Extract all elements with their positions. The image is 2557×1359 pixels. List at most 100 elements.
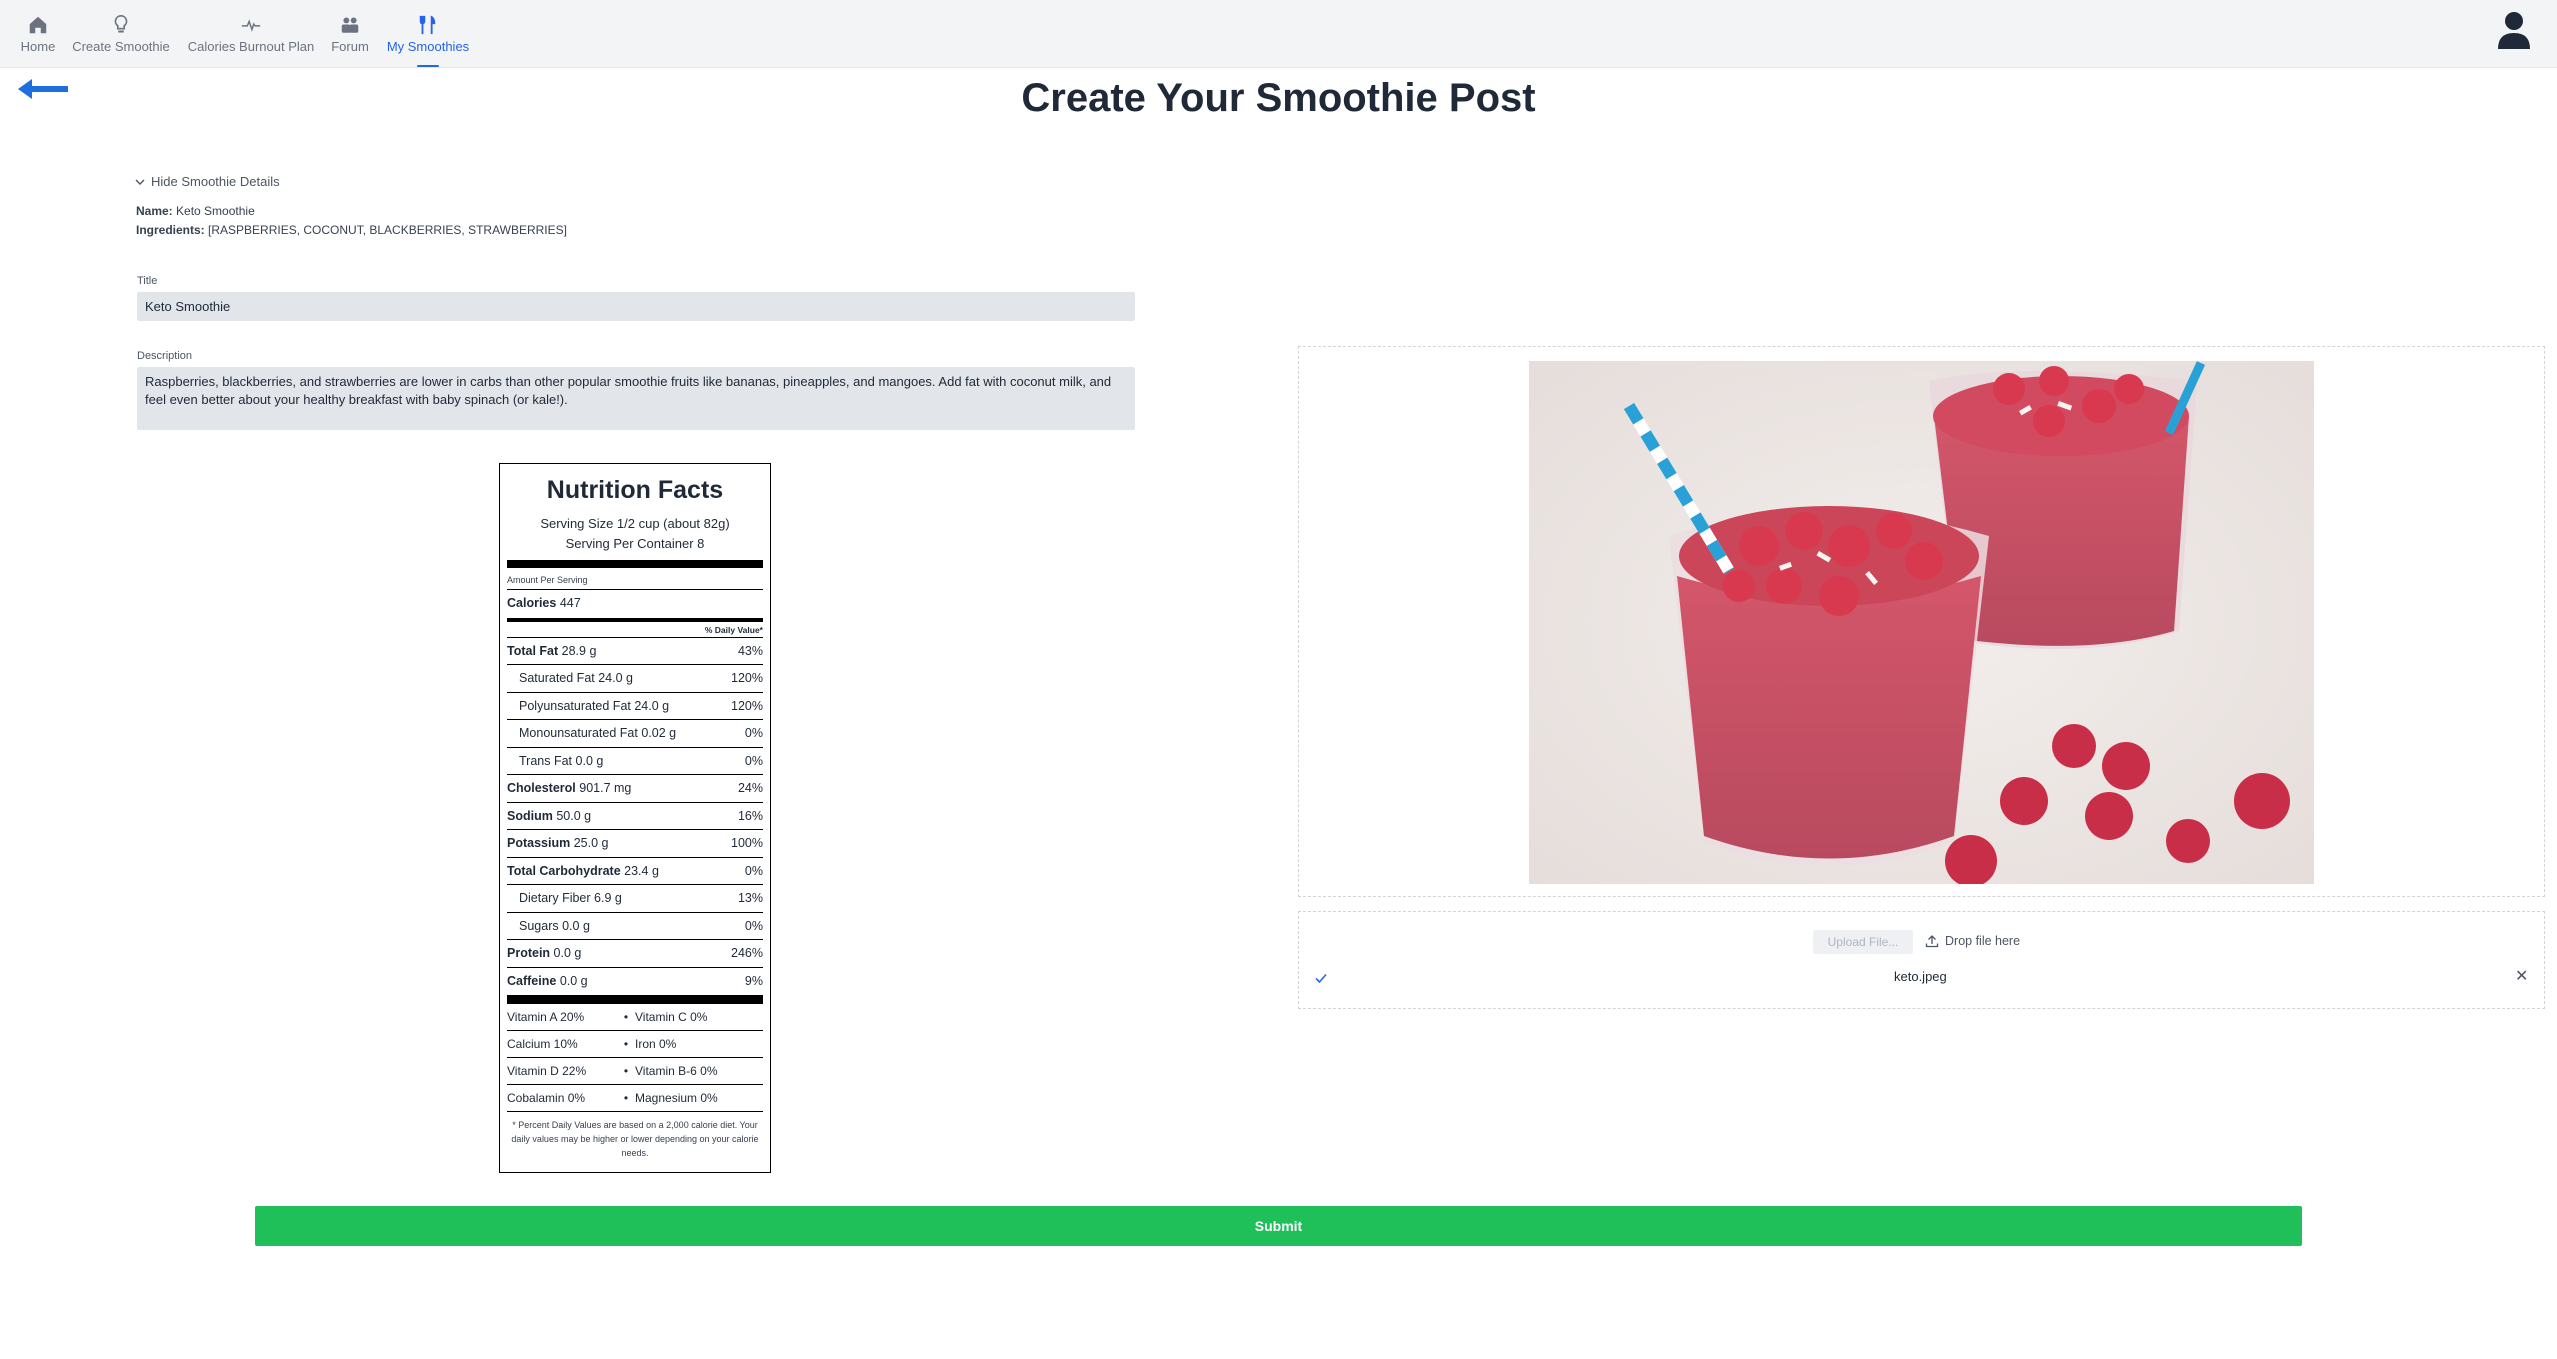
nutrient-label: Sugars: [519, 918, 559, 933]
smoothie-name-line: Name: Keto Smoothie: [136, 204, 255, 218]
nutrient-daily-value: 43%: [737, 643, 763, 658]
title-input[interactable]: Keto Smoothie: [137, 292, 1135, 321]
uploaded-file-name: keto.jpeg: [1894, 969, 1947, 984]
nutrient-row: Saturated Fat 24.0 g 120%: [507, 665, 763, 693]
bullet: •: [623, 1064, 629, 1078]
divider: [507, 560, 763, 568]
nutrient-row: Potassium 25.0 g 100%: [507, 830, 763, 858]
nav-create-smoothie[interactable]: Create Smoothie: [70, 14, 172, 68]
home-icon: [29, 16, 47, 34]
hide-details-toggle[interactable]: Hide Smoothie Details: [135, 174, 280, 189]
top-nav: Home Create Smoothie Calories Burnout Pl…: [0, 0, 2557, 68]
nutrient-row: Total Carbohydrate 23.4 g 0%: [507, 858, 763, 885]
title-label: Title: [137, 275, 158, 287]
nutrient-amount: 50.0 g: [556, 808, 592, 823]
user-avatar-icon[interactable]: [2496, 9, 2532, 49]
nutrient-row: Total Fat 28.9 g 43%: [507, 638, 763, 665]
submit-button[interactable]: Submit: [255, 1206, 2302, 1246]
bullet: •: [623, 1010, 629, 1024]
upload-file-button[interactable]: Upload File...: [1813, 930, 1913, 954]
vitamin-item: Vitamin D 22%: [507, 1064, 587, 1078]
nutrient-label: Saturated Fat: [519, 671, 595, 685]
heartbeat-icon: [241, 19, 261, 32]
nutrient-row: Polyunsaturated Fat 24.0 g 120%: [507, 693, 763, 720]
nutrient-row: Caffeine 0.0 g 9%: [507, 968, 763, 996]
chevron-down-icon: [135, 179, 145, 185]
nutrient-amount: 25.0 g: [573, 836, 609, 850]
nutrient-daily-value: 120%: [731, 698, 763, 713]
vitamin-item: Magnesium 0%: [635, 1091, 718, 1105]
vitamin-rows: Vitamin A 20% • Vitamin C 0% Calcium 10% • Ir…: [507, 1004, 763, 1112]
nutrient-label: Polyunsaturated Fat: [519, 698, 631, 713]
nutrient-row: Sodium 50.0 g 16%: [507, 803, 763, 830]
serving-info: Serving Size 1/2 cup (about 82g) Serving…: [540, 516, 730, 551]
nutrient-daily-value: 16%: [737, 808, 763, 823]
nutrient-amount: 0.02 g: [641, 726, 677, 740]
nutrient-label: Monounsaturated Fat: [519, 726, 638, 740]
nutrient-amount: 0.0 g: [559, 973, 588, 988]
nutrient-row: Dietary Fiber 6.9 g 13%: [507, 885, 763, 913]
vitamin-item: Vitamin B-6 0%: [635, 1064, 718, 1078]
nutrient-label: Cholesterol: [507, 781, 576, 795]
daily-value-header: % Daily Value*: [507, 622, 763, 638]
bullet: •: [623, 1091, 629, 1105]
nutrient-daily-value: 0%: [744, 726, 763, 740]
check-icon: [1315, 973, 1327, 984]
nav-home[interactable]: Home: [18, 14, 58, 68]
nutrient-daily-value: 0%: [744, 753, 763, 768]
nutrient-amount: 24.0 g: [598, 671, 633, 685]
description-label: Description: [137, 350, 193, 362]
nutrient-amount: 28.9 g: [561, 643, 597, 658]
vitamin-item: Vitamin A 20%: [507, 1010, 585, 1024]
nutrient-amount: 23.4 g: [624, 863, 659, 878]
remove-file-icon[interactable]: ✕: [2515, 966, 2528, 986]
nutrient-daily-value: 100%: [731, 836, 763, 850]
nutrient-row: Sugars 0.0 g 0%: [507, 913, 763, 940]
bullet: •: [623, 1037, 629, 1051]
users-icon: [341, 17, 359, 33]
nutrient-amount: 0.0 g: [553, 946, 582, 960]
file-upload-area: [1298, 911, 2545, 1009]
nutrient-row: Cholesterol 901.7 mg 24%: [507, 775, 763, 803]
utensils-icon: [419, 15, 436, 35]
vitamin-row: Calcium 10% • Iron 0%: [507, 1031, 763, 1058]
lightbulb-icon: [114, 15, 128, 33]
nutrient-label: Caffeine: [507, 973, 557, 988]
nutrient-daily-value: 0%: [744, 863, 763, 878]
smoothie-ingredients-line: Ingredients: [RASPBERRIES, COCONUT, BLAC…: [136, 223, 567, 237]
vitamin-item: Cobalamin 0%: [507, 1091, 586, 1105]
nutrition-title: Nutrition Facts: [546, 476, 724, 504]
nutrient-label: Sodium: [507, 808, 553, 823]
nav-my-smoothies[interactable]: My Smoothies: [384, 14, 472, 68]
nutrient-rows: Total Fat 28.9 g 43% Saturated Fat 24.0 g 1…: [507, 638, 763, 996]
amount-per-serving: Amount Per Serving: [507, 568, 763, 590]
nutrient-amount: 901.7 mg: [579, 781, 632, 795]
nutrient-row: Protein 0.0 g 246%: [507, 940, 763, 968]
nutrient-label: Dietary Fiber: [519, 891, 591, 905]
nutrient-row: Trans Fat 0.0 g 0%: [507, 748, 763, 775]
nutrient-label: Potassium: [507, 836, 571, 850]
nutrient-daily-value: 24%: [737, 781, 763, 795]
vitamin-row: Vitamin A 20% • Vitamin C 0%: [507, 1004, 763, 1031]
vitamin-row: Vitamin D 22% • Vitamin B-6 0%: [507, 1058, 763, 1085]
nutrient-label: Total Carbohydrate: [507, 863, 621, 878]
vitamin-item: Iron 0%: [635, 1037, 677, 1051]
nutrient-daily-value: 120%: [731, 671, 763, 685]
vitamin-item: Vitamin C 0%: [635, 1010, 708, 1024]
nutrient-amount: 6.9 g: [594, 891, 622, 905]
nutrient-row: Monounsaturated Fat 0.02 g 0%: [507, 720, 763, 748]
nutrient-label: Protein: [507, 946, 551, 960]
nav-forum[interactable]: Forum: [330, 14, 370, 68]
nutrient-daily-value: 13%: [737, 891, 763, 905]
drop-zone[interactable]: Drop file here: [1925, 934, 2020, 948]
vitamin-row: Cobalamin 0% • Magnesium 0%: [507, 1085, 763, 1112]
nav-calories-burnout-plan[interactable]: Calories Burnout Plan: [186, 14, 316, 68]
nutrient-amount: 0.0 g: [562, 918, 590, 933]
upload-icon: [1925, 935, 1939, 948]
nutrient-daily-value: 0%: [744, 918, 763, 933]
nutrient-label: Total Fat: [507, 643, 559, 658]
nutrition-facts-label: Nutrition Facts Serving Size 1/2 cup (ab…: [499, 463, 771, 1173]
description-textarea[interactable]: Raspberries, blackberries, and strawberr…: [137, 367, 1135, 430]
divider: [507, 995, 763, 1004]
smoothie-photo: [1529, 361, 2314, 884]
